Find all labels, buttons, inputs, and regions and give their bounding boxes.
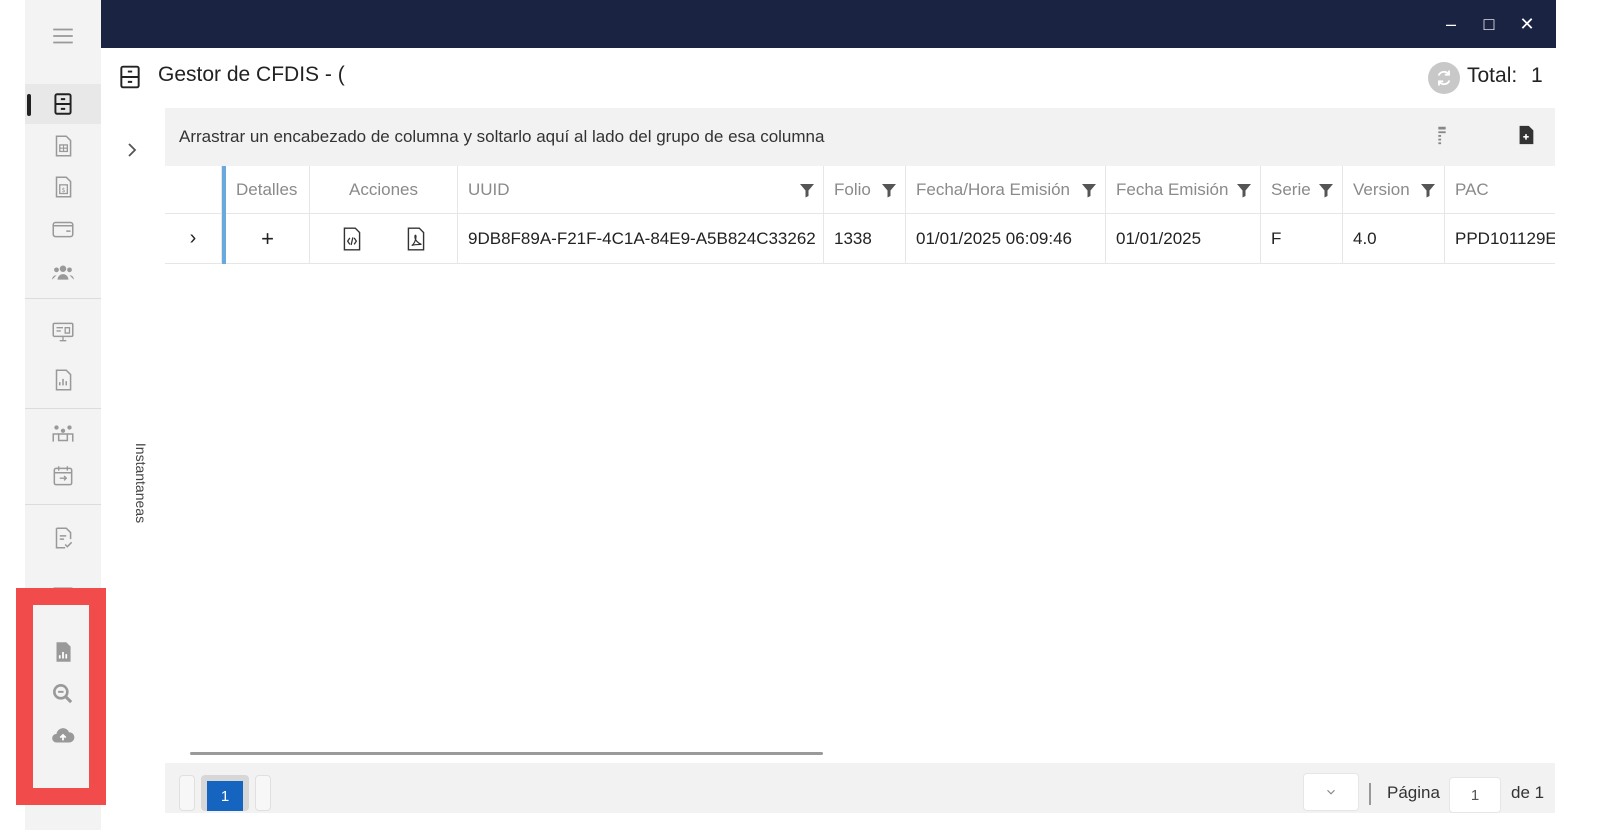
cell-value: F — [1271, 228, 1282, 248]
cell-value: 01/01/2025 — [1116, 228, 1202, 248]
nav-calendar-move-icon[interactable] — [25, 456, 101, 496]
nav-report-chart-icon[interactable] — [25, 360, 101, 400]
app-window: $ – □ ✕ Gestor de CFDIS - (Total: 1 Ins… — [0, 0, 1599, 830]
nav-team-meeting-icon[interactable] — [25, 414, 101, 454]
minimize-button[interactable]: – — [1436, 10, 1466, 38]
cell-value: 4.0 — [1353, 228, 1377, 248]
column-header-uuid[interactable]: UUID — [458, 166, 824, 214]
total-label: Total: — [1467, 64, 1518, 87]
column-header-fecha-emision[interactable]: Fecha Emisión — [1106, 166, 1261, 214]
row-pac-cell: PPD101129EA3 — [1445, 214, 1555, 264]
row-fecha-cell: 01/01/2025 — [1106, 214, 1261, 264]
row-expand-chevron-icon[interactable]: › — [165, 214, 222, 264]
column-header-pac[interactable]: PAC — [1445, 166, 1555, 214]
snapshots-panel-label[interactable]: Instantaneas — [131, 423, 149, 543]
horizontal-scrollbar[interactable] — [190, 752, 823, 755]
cfdi-data-grid: Detalles Acciones UUID Folio Fecha/Hora … — [165, 166, 1555, 763]
export-document-icon[interactable] — [1515, 124, 1537, 146]
column-header-version[interactable]: Version — [1343, 166, 1445, 214]
pager-separator — [1369, 783, 1371, 805]
page-number-input[interactable]: 1 — [1449, 777, 1501, 813]
chevron-down-icon — [1327, 789, 1335, 795]
group-hint-text: Arrastrar un encabezado de columna y sol… — [179, 127, 825, 146]
nav-monitor-icon[interactable] — [25, 312, 101, 352]
pager-bar: 1 Página 1 de 1 — [165, 763, 1555, 813]
nav-invoice-dollar-icon[interactable]: $ — [25, 167, 101, 207]
filter-icon[interactable] — [799, 182, 815, 198]
nav-table-document-icon[interactable] — [25, 126, 101, 166]
maximize-button[interactable]: □ — [1474, 10, 1504, 38]
row-details-plus-button[interactable]: + — [226, 214, 310, 264]
page-size-dropdown[interactable] — [1303, 773, 1359, 811]
prev-page-button[interactable] — [179, 775, 195, 811]
current-page-number: 1 — [207, 781, 243, 811]
page-title: Gestor de CFDIS - ( — [158, 63, 345, 86]
column-header-fecha-hora-emision[interactable]: Fecha/Hora Emisión — [906, 166, 1106, 214]
row-fecha-hora-cell: 01/01/2025 06:09:46 — [906, 214, 1106, 264]
column-label: Acciones — [349, 179, 418, 199]
row-actions-cell — [310, 214, 458, 264]
column-label: Folio — [834, 179, 871, 199]
cell-value: 9DB8F89A-F21F-4C1A-84E9-A5B824C33262 — [468, 228, 816, 248]
pdf-file-icon[interactable] — [403, 226, 429, 252]
next-page-button[interactable] — [255, 775, 271, 811]
row-version-cell: 4.0 — [1343, 214, 1445, 264]
refresh-icon[interactable] — [1428, 62, 1460, 94]
close-button[interactable]: ✕ — [1512, 10, 1542, 38]
column-label: Detalles — [236, 179, 298, 199]
column-label: Fecha Emisión — [1116, 179, 1229, 199]
cell-value: 01/01/2025 06:09:46 — [916, 228, 1072, 248]
page-1-button[interactable]: 1 — [201, 775, 249, 811]
column-label: Serie — [1271, 179, 1311, 199]
nav-document-check-icon[interactable] — [25, 518, 101, 558]
row-folio-cell: 1338 — [824, 214, 906, 264]
filter-icon[interactable] — [1081, 182, 1097, 198]
column-label: PAC — [1455, 179, 1489, 199]
cfdi-manager-icon — [120, 65, 140, 89]
row-serie-cell: F — [1261, 214, 1343, 264]
chevron-right-icon[interactable] — [120, 138, 144, 162]
filter-icon[interactable] — [881, 182, 897, 198]
hamburger-menu-icon[interactable] — [25, 16, 101, 56]
cell-value: 1338 — [834, 228, 872, 248]
filter-icon[interactable] — [1420, 182, 1436, 198]
total-value: 1 — [1531, 64, 1543, 87]
row-uuid-cell: 9DB8F89A-F21F-4C1A-84E9-A5B824C33262 — [458, 214, 824, 264]
page-label: Página — [1387, 783, 1440, 802]
column-header-detalles[interactable]: Detalles — [226, 166, 310, 214]
expand-column-header — [165, 166, 222, 214]
nav-cfdi-manager-icon[interactable] — [25, 84, 101, 124]
xml-file-icon[interactable] — [339, 226, 365, 252]
column-label: UUID — [468, 179, 510, 199]
cell-value: PPD101129EA3 — [1455, 228, 1555, 248]
filter-icon[interactable] — [1236, 182, 1252, 198]
column-label: Fecha/Hora Emisión — [916, 179, 1071, 199]
column-header-acciones[interactable]: Acciones — [310, 166, 458, 214]
column-chooser-icon[interactable] — [1431, 124, 1453, 146]
window-titlebar: – □ ✕ — [101, 0, 1556, 48]
svg-text:$: $ — [61, 186, 65, 194]
page-count-label: de 1 — [1511, 783, 1545, 802]
nav-wallet-icon[interactable] — [25, 209, 101, 249]
filter-icon[interactable] — [1318, 182, 1334, 198]
group-by-panel[interactable]: Arrastrar un encabezado de columna y sol… — [165, 108, 1555, 166]
nav-users-group-icon[interactable] — [25, 252, 101, 292]
highlight-annotation-box — [16, 588, 106, 805]
column-header-serie[interactable]: Serie — [1261, 166, 1343, 214]
column-header-folio[interactable]: Folio — [824, 166, 906, 214]
column-label: Version — [1353, 179, 1410, 199]
